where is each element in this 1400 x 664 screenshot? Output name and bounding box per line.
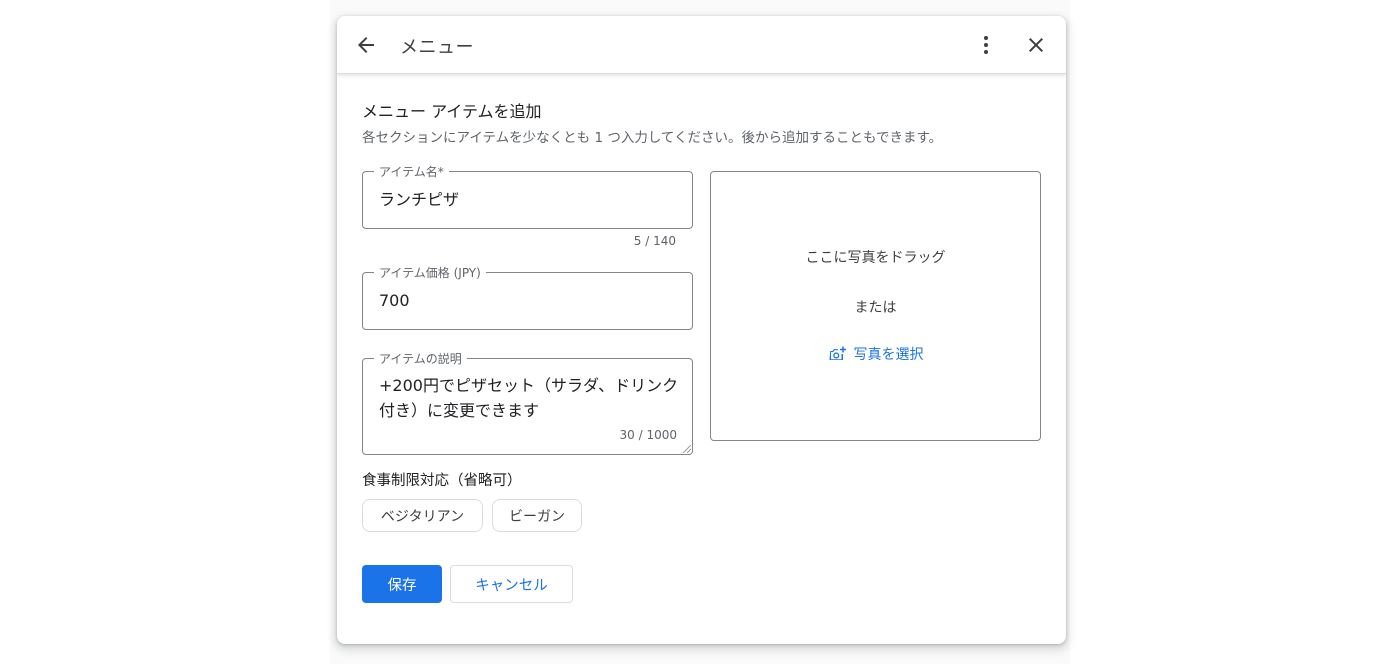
item-name-label: アイテム名* (374, 163, 449, 180)
more-vert-icon (984, 36, 988, 54)
close-button[interactable] (1016, 25, 1056, 65)
or-text: または (854, 300, 897, 316)
select-photo-label: 写真を選択 (853, 347, 924, 363)
more-options-button[interactable] (966, 25, 1006, 65)
item-description-label: アイテムの説明 (374, 350, 467, 367)
add-menu-item-dialog: メニュー メニュー アイテムを追加 各セクションにアイテムを少なくとも 1 つ入… (337, 16, 1066, 644)
item-description-counter: 30 / 1000 (619, 428, 677, 442)
select-photo-button[interactable]: 写真を選択 (711, 344, 1040, 364)
save-button[interactable]: 保存 (362, 565, 442, 603)
arrow-back-icon (358, 37, 374, 53)
item-price-label: アイテム価格 (JPY) (374, 264, 486, 281)
chip-vegan[interactable]: ビーガン (492, 499, 582, 532)
item-name-counter: 5 / 140 (633, 234, 676, 248)
close-icon (1029, 38, 1043, 52)
chip-vegetarian[interactable]: ベジタリアン (362, 499, 483, 532)
item-name-field[interactable]: アイテム名* ランチピザ (362, 163, 693, 229)
drag-photo-text: ここに写真をドラッグ (805, 250, 946, 266)
dialog-title: メニュー (400, 37, 474, 58)
item-description-textarea[interactable]: +200円でピザセット（サラダ、ドリンク付き）に変更できます (379, 373, 679, 423)
item-price-field[interactable]: アイテム価格 (JPY) 700 (362, 264, 693, 330)
dialog-header: メニュー (337, 16, 1066, 74)
add-photo-icon (829, 346, 846, 360)
photo-dropzone[interactable]: ここに写真をドラッグ または 写真を選択 (710, 171, 1041, 441)
dietary-label: 食事制限対応（省略可） (362, 473, 522, 489)
item-name-input[interactable]: ランチピザ (379, 187, 459, 212)
item-description-field[interactable]: アイテムの説明 +200円でピザセット（サラダ、ドリンク付き）に変更できます 3… (362, 350, 693, 455)
section-subtitle: 各セクションにアイテムを少なくとも 1 つ入力してください。後から追加することも… (362, 130, 943, 146)
item-price-input[interactable]: 700 (379, 288, 410, 313)
section-title: メニュー アイテムを追加 (362, 102, 542, 121)
resize-handle[interactable] (683, 445, 691, 453)
cancel-button[interactable]: キャンセル (450, 565, 573, 603)
back-button[interactable] (346, 25, 386, 65)
